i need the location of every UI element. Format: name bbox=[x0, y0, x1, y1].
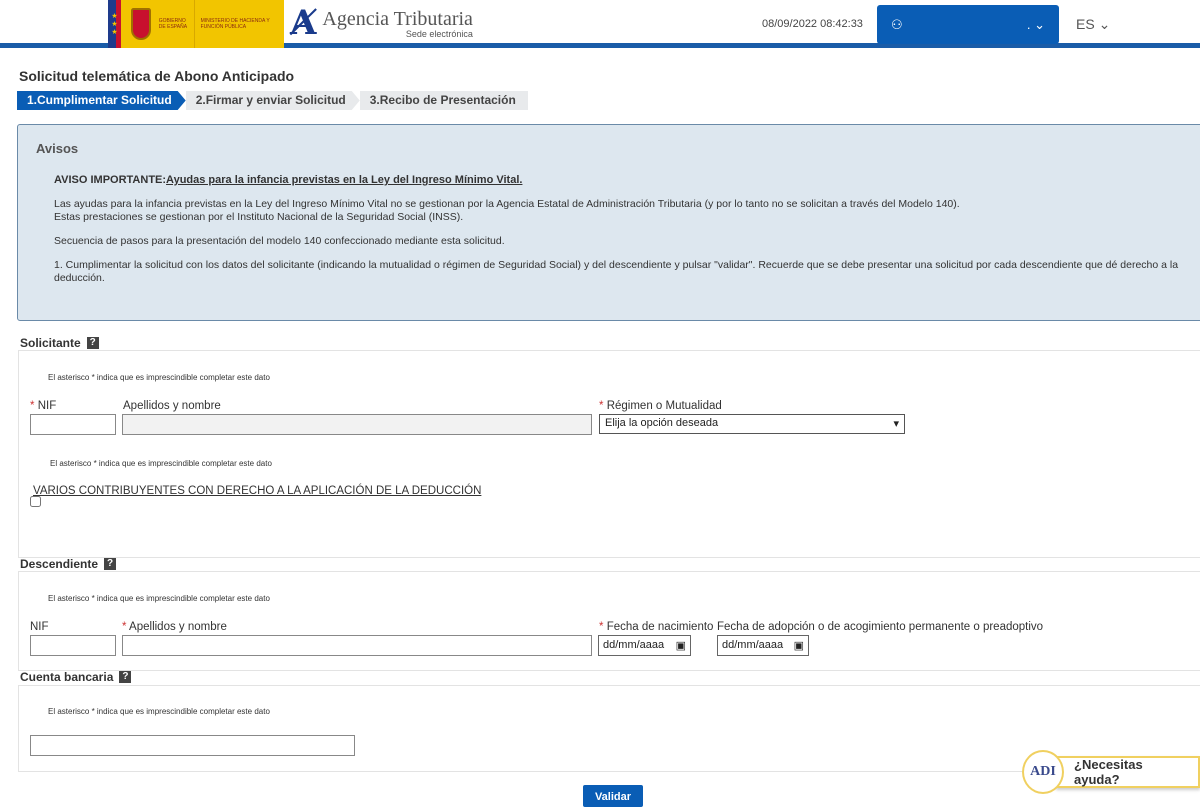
nif-label: NIF bbox=[37, 400, 57, 412]
site-header: ★ ★ ★ GOBIERNO DE ESPAÑA MINISTERIO DE HAC… bbox=[0, 0, 1200, 48]
user-icon: ⚇ bbox=[891, 16, 903, 32]
step-3: 3.Recibo de Presentación bbox=[359, 91, 528, 110]
nombre-label: Apellidos y nombre bbox=[129, 621, 227, 633]
validar-button[interactable]: Validar bbox=[583, 785, 643, 807]
regimen-value: Elija la opción deseada bbox=[605, 417, 719, 429]
chevron-down-icon: ▾ bbox=[893, 418, 899, 430]
help-label: ¿Necesitas ayuda? bbox=[1056, 756, 1200, 788]
fecha-nac-label: Fecha de nacimiento bbox=[606, 621, 714, 633]
aviso-text: Las ayudas para la infancia previstas en… bbox=[54, 198, 960, 210]
descendiente-nif-input[interactable] bbox=[30, 635, 116, 656]
solicitante-nombre-input[interactable] bbox=[122, 414, 592, 435]
aviso-text: Secuencia de pasos para la presentación … bbox=[54, 235, 505, 247]
ministry-label: MINISTERIO DE HACIENDA Y FUNCIÓN PÚBLICA bbox=[193, 0, 284, 48]
varios-label: VARIOS CONTRIBUYENTES CON DERECHO A LA A… bbox=[33, 485, 482, 497]
help-widget[interactable]: ADI ¿Necesitas ayuda? bbox=[1022, 750, 1200, 794]
nombre-label: Apellidos y nombre bbox=[123, 400, 221, 412]
chevron-down-icon: ⌄ bbox=[1098, 16, 1111, 32]
step-2: 2.Firmar y enviar Solicitud bbox=[186, 91, 360, 110]
aviso-text: 1. Cumplimentar la solicitud con los dat… bbox=[54, 259, 1179, 284]
lang-label: ES bbox=[1076, 16, 1095, 32]
calendar-icon[interactable]: ▣ bbox=[794, 639, 804, 652]
date-placeholder: dd/mm/aaaa bbox=[722, 639, 784, 651]
stepper: 1.Cumplimentar Solicitud 2.Firmar y envi… bbox=[17, 91, 528, 110]
date-placeholder: dd/mm/aaaa bbox=[603, 639, 665, 651]
required-note: El asterisco * indica que es imprescindi… bbox=[48, 707, 270, 716]
required-note: El asterisco * indica que es imprescindi… bbox=[50, 459, 272, 468]
chevron-down-icon: ⌄ bbox=[1034, 16, 1045, 32]
avisos-title: Avisos bbox=[36, 141, 79, 156]
help-icon[interactable]: ? bbox=[119, 671, 132, 683]
required-asterisk: * bbox=[599, 400, 604, 412]
language-selector[interactable]: ES ⌄ bbox=[1076, 16, 1110, 33]
step-1: 1.Cumplimentar Solicitud bbox=[17, 91, 186, 110]
gov-label: GOBIERNO DE ESPAÑA bbox=[158, 18, 188, 30]
section-title-cuenta: Cuenta bancaria bbox=[20, 670, 114, 684]
user-menu-button[interactable]: ⚇ . ⌄ bbox=[877, 5, 1059, 44]
agencia-logo[interactable]: Ⱥ Agencia Tributaria Sede electrónica bbox=[290, 6, 473, 40]
regimen-select[interactable]: Elija la opción deseada ▾ bbox=[599, 414, 905, 434]
descendiente-nombre-input[interactable] bbox=[122, 635, 592, 656]
varios-checkbox[interactable] bbox=[30, 496, 41, 507]
required-asterisk: * bbox=[122, 621, 127, 633]
required-note: El asterisco * indica que es imprescindi… bbox=[48, 373, 270, 382]
required-note: El asterisco * indica que es imprescindi… bbox=[48, 594, 270, 603]
regimen-label: Régimen o Mutualidad bbox=[606, 400, 722, 412]
page-title: Solicitud telemática de Abono Anticipado bbox=[19, 68, 295, 84]
solicitante-nif-input[interactable] bbox=[30, 414, 116, 435]
help-icon[interactable]: ? bbox=[104, 558, 117, 570]
aviso-text: Estas prestaciones se gestionan por el I… bbox=[54, 211, 464, 223]
fecha-nacimiento-input[interactable]: dd/mm/aaaa ▣ bbox=[598, 635, 691, 656]
agency-title: Agencia Tributaria bbox=[322, 7, 473, 30]
avisos-panel: Avisos AVISO IMPORTANTE:Ayudas para la i… bbox=[17, 124, 1200, 321]
datetime: 08/09/2022 08:42:33 bbox=[762, 18, 863, 30]
calendar-icon[interactable]: ▣ bbox=[676, 639, 686, 652]
eu-flag-icon: ★ ★ ★ bbox=[108, 0, 121, 48]
required-asterisk: * bbox=[30, 400, 35, 412]
section-title-descendiente: Descendiente bbox=[20, 557, 99, 571]
section-title-solicitante: Solicitante bbox=[20, 336, 81, 350]
fecha-adopcion-input[interactable]: dd/mm/aaaa ▣ bbox=[717, 635, 809, 656]
required-asterisk: * bbox=[599, 621, 604, 633]
cuenta-input[interactable] bbox=[30, 735, 355, 756]
important-link[interactable]: Ayudas para la infancia previstas en la … bbox=[166, 174, 522, 186]
adi-logo-icon: ADI bbox=[1022, 750, 1065, 794]
fecha-adop-label: Fecha de adopción o de acogimiento perma… bbox=[717, 621, 1044, 633]
coat-of-arms-icon bbox=[130, 8, 151, 40]
important-prefix: AVISO IMPORTANTE: bbox=[54, 174, 167, 186]
nif-label: NIF bbox=[30, 621, 49, 633]
user-name: . bbox=[1026, 16, 1031, 32]
agencia-logo-icon: Ⱥ bbox=[290, 3, 317, 43]
help-icon[interactable]: ? bbox=[86, 337, 99, 349]
gobierno-logo[interactable]: ★ ★ ★ GOBIERNO DE ESPAÑA MINISTERIO DE HAC… bbox=[108, 0, 284, 48]
